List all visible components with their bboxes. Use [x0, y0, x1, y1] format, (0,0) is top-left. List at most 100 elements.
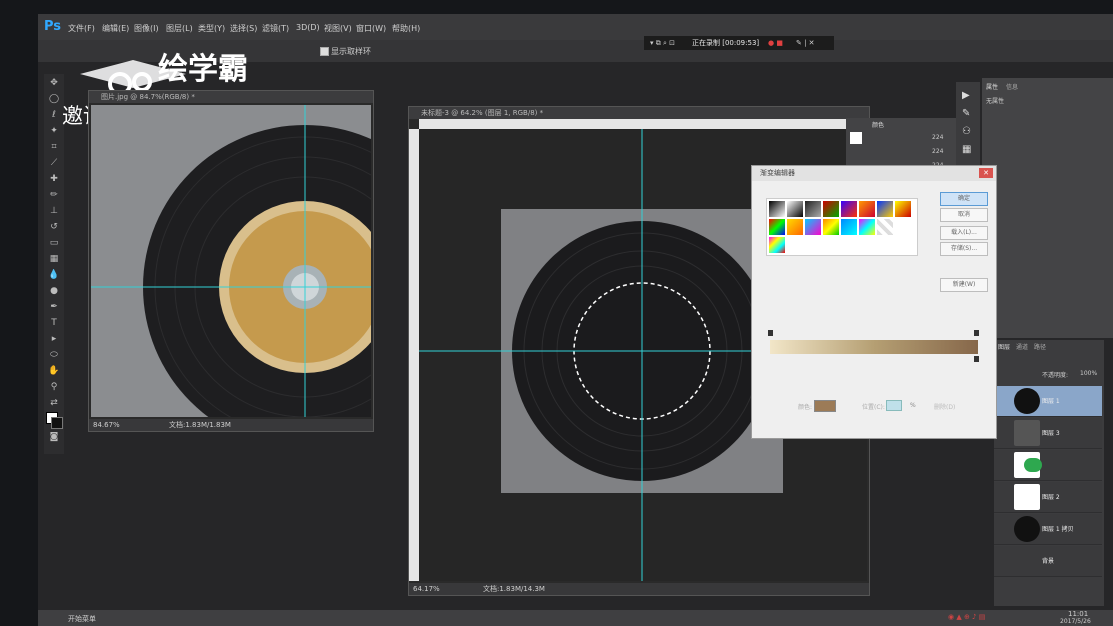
play-icon[interactable]: ▶ [962, 90, 970, 101]
gradient-preview-bar[interactable] [770, 340, 978, 354]
menu-filter[interactable]: 滤镜(T) [262, 23, 289, 34]
dodge-tool-icon[interactable]: ● [48, 286, 60, 296]
menu-layer[interactable]: 图层(L) [166, 23, 193, 34]
gradient-preset[interactable] [769, 237, 785, 253]
layer-row[interactable]: 图层 3 [994, 418, 1102, 449]
layer-row[interactable]: 图层 2 [994, 482, 1102, 513]
start-button[interactable]: 开始菜单 [68, 614, 96, 624]
color-tab[interactable]: 颜色 [872, 120, 884, 129]
gradient-preset[interactable] [823, 219, 839, 235]
brush-panel-icon[interactable]: ✎ [962, 108, 970, 119]
stamp-tool-icon[interactable]: ⊥ [48, 206, 60, 216]
menu-help[interactable]: 帮助(H) [392, 23, 420, 34]
gradient-preset[interactable] [787, 219, 803, 235]
gradient-preset[interactable] [805, 201, 821, 217]
opacity-value[interactable]: 100% [1080, 370, 1097, 377]
healing-tool-icon[interactable]: ✚ [48, 174, 60, 184]
gradient-preset[interactable] [877, 201, 893, 217]
properties-tab[interactable]: 属性 [986, 82, 998, 91]
hand-tool-icon[interactable]: ✋ [48, 366, 60, 376]
layer-row[interactable]: 图层 1 [994, 386, 1102, 417]
pen-icon[interactable]: ✎ | ✕ [796, 36, 815, 50]
menu-bar: Ps 文件(F) 编辑(E) 图像(I) 图层(L) 类型(Y) 选择(S) 滤… [38, 14, 1113, 40]
doc2-titlebar[interactable]: 未标题-3 @ 64.2% (图层 1, RGB/8) * [409, 107, 869, 119]
opacity-stop-left-icon[interactable] [768, 330, 773, 336]
menu-type[interactable]: 类型(Y) [198, 23, 225, 34]
layers-panel: 图层 通道 路径 不透明度: 100% 图层 1 图层 3 图层 2 图层 1 … [994, 340, 1104, 606]
magic-wand-tool-icon[interactable]: ✦ [48, 126, 60, 136]
color-value-1[interactable]: 224 [932, 134, 943, 141]
menu-window[interactable]: 窗口(W) [356, 23, 386, 34]
layer-row[interactable] [994, 450, 1102, 481]
color-stop-right-icon[interactable] [974, 356, 979, 362]
sample-ring-checkbox[interactable] [320, 47, 329, 56]
menu-select[interactable]: 选择(S) [230, 23, 257, 34]
gradient-preset[interactable] [859, 219, 875, 235]
gradient-tool-icon[interactable]: ▦ [48, 254, 60, 264]
layers-tab[interactable]: 图层 [998, 342, 1010, 351]
gradient-preset[interactable] [769, 219, 785, 235]
paths-tab[interactable]: 路径 [1034, 342, 1046, 351]
ok-button[interactable]: 确定 [940, 192, 988, 206]
gradient-preset[interactable] [823, 201, 839, 217]
new-button[interactable]: 新建(W) [940, 278, 988, 292]
swap-colors-icon[interactable]: ⇄ [48, 398, 60, 408]
document-window-reference[interactable]: 图片.jpg @ 84.7%(RGB/8) * 84.67% 文档:1.83M/… [88, 90, 374, 432]
location-input[interactable] [886, 400, 902, 411]
clone-panel-icon[interactable]: ⚇ [962, 126, 971, 137]
info-tab[interactable]: 信息 [1006, 82, 1018, 91]
quick-mask-icon[interactable]: ◙ [48, 432, 60, 442]
gradient-preset[interactable] [877, 219, 893, 235]
channels-tab[interactable]: 通道 [1016, 342, 1028, 351]
gradient-editor-dialog[interactable]: 渐变编辑器 ✕ 确定 取消 载入(L)... 存储(S)... 新建(W) 颜色… [751, 165, 997, 439]
move-tool-icon[interactable]: ✥ [48, 78, 60, 88]
layer-row[interactable]: 图层 1 拷贝 [994, 514, 1102, 545]
eraser-tool-icon[interactable]: ▭ [48, 238, 60, 248]
menu-file[interactable]: 文件(F) [68, 23, 95, 34]
menu-view[interactable]: 视图(V) [324, 23, 352, 34]
type-tool-icon[interactable]: T [48, 318, 60, 328]
dialog-close-icon[interactable]: ✕ [979, 168, 993, 178]
menu-3d[interactable]: 3D(D) [296, 23, 320, 32]
gradient-preset[interactable] [787, 201, 803, 217]
gradient-preset[interactable] [841, 219, 857, 235]
gradient-preset[interactable] [859, 201, 875, 217]
menu-edit[interactable]: 编辑(E) [102, 23, 129, 34]
stop-record-icon[interactable]: ● ■ [768, 36, 783, 50]
path-select-icon[interactable]: ▸ [48, 334, 60, 344]
pen-tool-icon[interactable]: ✒ [48, 302, 60, 312]
doc1-zoom[interactable]: 84.67% [93, 419, 120, 431]
opacity-stop-right-icon[interactable] [974, 330, 979, 336]
color-stop-label: 颜色: [798, 404, 813, 411]
blur-tool-icon[interactable]: 💧 [48, 270, 60, 280]
brush-tool-icon[interactable]: ✏ [48, 190, 60, 200]
load-button[interactable]: 载入(L)... [940, 226, 988, 240]
grid-panel-icon[interactable]: ▦ [962, 144, 971, 155]
marquee-tool-icon[interactable]: ◯ [48, 94, 60, 104]
history-brush-icon[interactable]: ↺ [48, 222, 60, 232]
gradient-preset[interactable] [805, 219, 821, 235]
crop-tool-icon[interactable]: ⌗ [48, 142, 60, 152]
doc2-zoom[interactable]: 64.17% [413, 583, 440, 595]
gradient-preset[interactable] [895, 201, 911, 217]
color-value-2[interactable]: 224 [932, 148, 943, 155]
zoom-tool-icon[interactable]: ⚲ [48, 382, 60, 392]
save-button[interactable]: 存储(S)... [940, 242, 988, 256]
layer-row[interactable]: 背景 [994, 546, 1102, 577]
gradient-preset[interactable] [769, 201, 785, 217]
lasso-tool-icon[interactable]: ℓ [48, 110, 60, 120]
menu-image[interactable]: 图像(I) [134, 23, 159, 34]
shape-tool-icon[interactable]: ⬭ [48, 350, 60, 360]
clock-date: 2017/5/26 [1060, 618, 1091, 625]
doc1-titlebar[interactable]: 图片.jpg @ 84.7%(RGB/8) * [89, 91, 373, 103]
recording-bar: ▾ ⧉ ⌕ ⊡ 正在录制 [00:09:53] ● ■ ✎ | ✕ [644, 36, 834, 50]
cancel-button[interactable]: 取消 [940, 208, 988, 222]
record-icon[interactable]: ▾ ⧉ ⌕ ⊡ [650, 36, 675, 50]
eyedropper-tool-icon[interactable]: ⟋ [48, 158, 60, 168]
color-stop-swatch[interactable] [814, 400, 836, 412]
gradient-presets-grid[interactable] [766, 198, 918, 256]
delete-stop-button[interactable]: 删除(D) [934, 402, 955, 411]
background-color-swatch[interactable] [51, 417, 63, 429]
dialog-title[interactable]: 渐变编辑器 [752, 166, 996, 181]
gradient-preset[interactable] [841, 201, 857, 217]
